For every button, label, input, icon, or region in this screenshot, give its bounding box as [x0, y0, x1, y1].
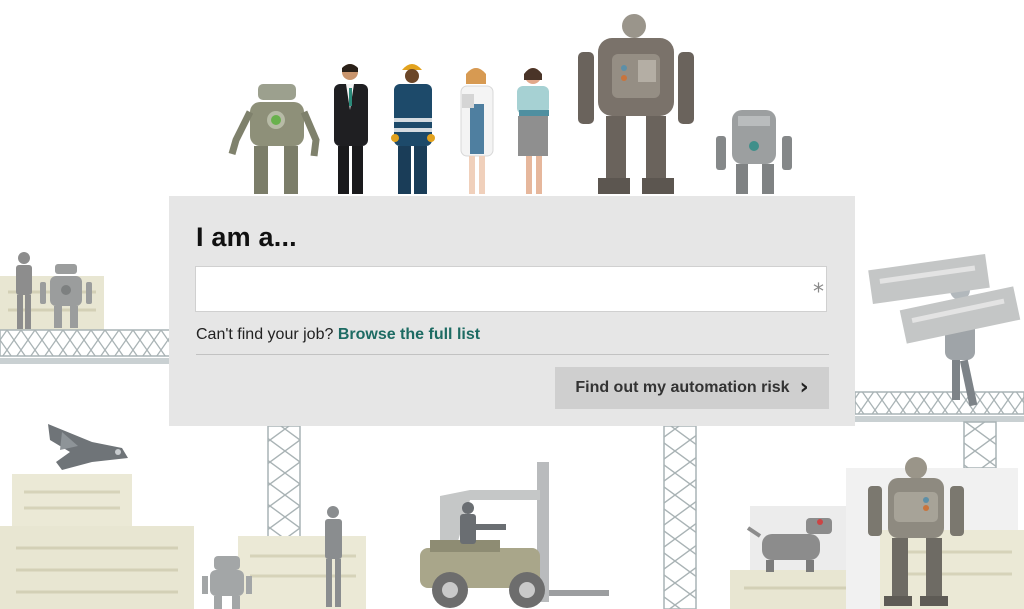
- submit-button-label: Find out my automation risk: [575, 379, 790, 396]
- carried-boards: [868, 253, 1021, 344]
- divider: [196, 354, 829, 355]
- help-prefix: Can't find your job?: [196, 326, 338, 343]
- bottom-right-scene: [730, 457, 1024, 609]
- job-search-input[interactable]: [195, 266, 827, 312]
- scaffold-tower-right: [663, 425, 697, 609]
- required-asterisk-icon: *: [813, 280, 824, 305]
- large-robot-figure: [578, 14, 694, 194]
- doctor-figure: [460, 68, 494, 194]
- bottom-left-crates: [0, 474, 194, 609]
- gray-robot-figure: [716, 110, 792, 194]
- find-automation-risk-button[interactable]: Find out my automation risk ›: [555, 367, 829, 409]
- left-platform: [0, 252, 171, 364]
- forklift-icon: [420, 462, 609, 608]
- job-search-card: I am a... * Can't find your job? Browse …: [169, 196, 855, 426]
- green-robot-figure: [228, 84, 320, 194]
- construction-worker-figure: [391, 64, 435, 194]
- drone-icon: [48, 424, 128, 470]
- chevron-right-icon: ›: [799, 375, 809, 400]
- browse-full-list-link[interactable]: Browse the full list: [338, 326, 480, 343]
- form-title: I am a...: [196, 222, 297, 252]
- help-text: Can't find your job? Browse the full lis…: [196, 326, 480, 344]
- top-lineup: [228, 14, 792, 194]
- receptionist-figure: [517, 68, 549, 194]
- right-platform: [854, 253, 1024, 469]
- businessman-figure: [334, 64, 368, 194]
